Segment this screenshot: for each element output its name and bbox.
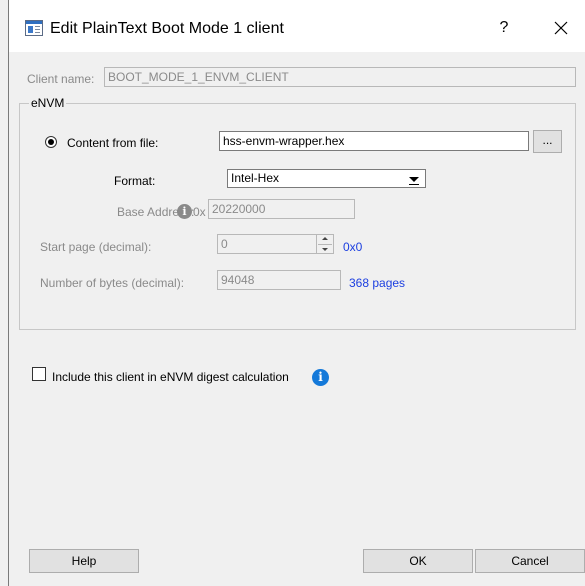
format-label: Format: [114,174,156,188]
window-icon [25,20,43,36]
base-address-info-icon[interactable]: i [177,204,192,219]
start-page-hex: 0x0 [343,240,363,254]
help-button[interactable]: Help [29,549,139,573]
title-bar: Edit PlainText Boot Mode 1 client ? [9,0,585,52]
number-of-pages: 368 pages [349,276,406,290]
content-file-input[interactable]: hss-envm-wrapper.hex [219,131,529,151]
dialog-title: Edit PlainText Boot Mode 1 client [50,20,284,37]
client-name-field[interactable]: BOOT_MODE_1_ENVM_CLIENT [104,67,576,87]
start-page-label: Start page (decimal): [40,240,152,254]
close-icon[interactable] [549,16,573,40]
spin-down-icon [322,248,328,251]
base-address-field[interactable]: 20220000 [208,199,355,219]
spin-up-icon [322,237,328,240]
cancel-button[interactable]: Cancel [475,549,585,573]
help-icon[interactable]: ? [493,17,515,39]
content-from-file-label: Content from file: [67,136,159,150]
format-select[interactable]: Intel-Hex [227,169,426,188]
format-selected-value: Intel-Hex [231,171,280,185]
start-page-field[interactable]: 0 [217,234,317,254]
digest-checkbox-label: Include this client in eNVM digest calcu… [52,370,289,384]
browse-button[interactable]: ... [533,130,562,153]
digest-info-icon[interactable]: i [312,369,329,386]
ok-button[interactable]: OK [363,549,473,573]
envm-group-title: eNVM [29,96,67,110]
number-of-bytes-field[interactable]: 94048 [217,270,341,290]
client-name-label: Client name: [27,72,95,86]
number-of-bytes-label: Number of bytes (decimal): [40,276,185,290]
edit-client-dialog: Edit PlainText Boot Mode 1 client ? Clie… [8,0,585,586]
start-page-spinner[interactable] [316,234,334,254]
base-address-prefix: 0x [193,205,206,219]
content-from-file-radio[interactable] [45,136,57,148]
digest-checkbox[interactable] [32,367,46,381]
chevron-down-icon [409,177,419,185]
